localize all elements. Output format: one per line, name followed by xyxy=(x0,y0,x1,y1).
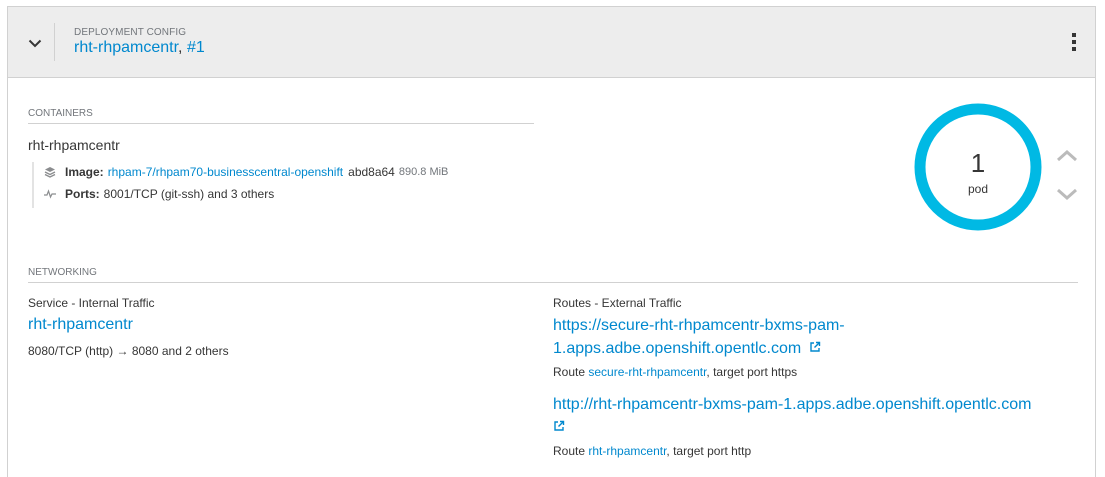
pod-unit: pod xyxy=(967,182,989,196)
deployment-config-link[interactable]: rht-rhpamcentr xyxy=(74,39,178,56)
external-link-icon xyxy=(809,341,820,352)
container-name: rht-rhpamcentr xyxy=(28,137,120,153)
route-name-link[interactable]: rht-rhpamcentr xyxy=(588,444,666,458)
networking-section-label: NETWORKING xyxy=(28,267,97,278)
chevron-down-icon xyxy=(28,39,42,47)
kebab-menu-button[interactable] xyxy=(1067,33,1081,51)
container-detail-rail xyxy=(32,162,34,208)
route-url-link[interactable]: http://rht-rhpamcentr-bxms-pam-1.apps.ad… xyxy=(553,393,1031,439)
route-url-link[interactable]: https://secure-rht-rhpamcentr-bxms-pam- … xyxy=(553,314,845,360)
pulse-icon xyxy=(44,188,56,200)
route-url-line: 1.apps.adbe.openshift.opentlc.com xyxy=(553,340,802,357)
route-prefix: Route xyxy=(553,444,586,458)
image-hash: abd8a64 xyxy=(348,165,395,179)
route-prefix: Route xyxy=(553,365,586,379)
panel-header: DEPLOYMENT CONFIG rht-rhpamcentr, #1 xyxy=(8,7,1095,78)
kebab-dot-icon xyxy=(1072,40,1076,44)
external-link-icon xyxy=(554,420,565,431)
containers-divider xyxy=(28,123,534,124)
title-separator: , xyxy=(178,39,183,56)
layers-icon xyxy=(44,166,56,178)
header-divider xyxy=(54,23,55,61)
service-heading: Service - Internal Traffic xyxy=(28,296,155,310)
collapse-toggle[interactable] xyxy=(25,33,45,53)
route-detail: Route rht-rhpamcentr, target port http xyxy=(553,444,751,458)
route-suffix: , target port https xyxy=(706,365,798,379)
ports-value: 8001/TCP (git-ssh) and 3 others xyxy=(103,187,275,201)
route-suffix: , target port http xyxy=(666,444,752,458)
ports-label: Ports: xyxy=(65,187,100,201)
ports-row: Ports: 8001/TCP (git-ssh) and 3 others xyxy=(44,187,274,201)
networking-divider xyxy=(28,282,1078,283)
image-size: 890.8 MiB xyxy=(398,166,449,178)
route-name-link[interactable]: secure-rht-rhpamcentr xyxy=(588,365,706,379)
chevron-up-icon xyxy=(1057,149,1077,161)
route-url-line: http://rht-rhpamcentr-bxms-pam-1.apps.ad… xyxy=(553,396,1032,413)
deployment-config-title: rht-rhpamcentr, #1 xyxy=(74,39,205,57)
pod-donut-chart: 1 pod xyxy=(913,102,1043,232)
revision-link[interactable]: #1 xyxy=(187,39,205,56)
kebab-dot-icon xyxy=(1072,47,1076,51)
routes-heading: Routes - External Traffic xyxy=(553,296,682,310)
image-link[interactable]: rhpam-7/rhpam70-businesscentral-openshif… xyxy=(108,165,343,179)
image-row: Image: rhpam-7/rhpam70-businesscentral-o… xyxy=(44,165,448,179)
scale-down-button[interactable] xyxy=(1055,185,1079,203)
chevron-down-icon xyxy=(1057,188,1077,200)
route-detail: Route secure-rht-rhpamcentr, target port… xyxy=(553,365,797,379)
pod-count: 1 xyxy=(970,148,986,178)
deployment-config-panel: DEPLOYMENT CONFIG rht-rhpamcentr, #1 CON… xyxy=(7,6,1096,477)
service-ports: 8080/TCP (http) → 8080 and 2 others xyxy=(28,344,229,358)
route-url-line: https://secure-rht-rhpamcentr-bxms-pam- xyxy=(553,317,845,334)
service-link[interactable]: rht-rhpamcentr xyxy=(28,313,133,336)
kebab-dot-icon xyxy=(1072,33,1076,37)
scale-up-button[interactable] xyxy=(1055,146,1079,164)
containers-section-label: CONTAINERS xyxy=(28,108,93,119)
deployment-config-label: DEPLOYMENT CONFIG xyxy=(74,27,187,38)
image-label: Image: xyxy=(65,165,104,179)
